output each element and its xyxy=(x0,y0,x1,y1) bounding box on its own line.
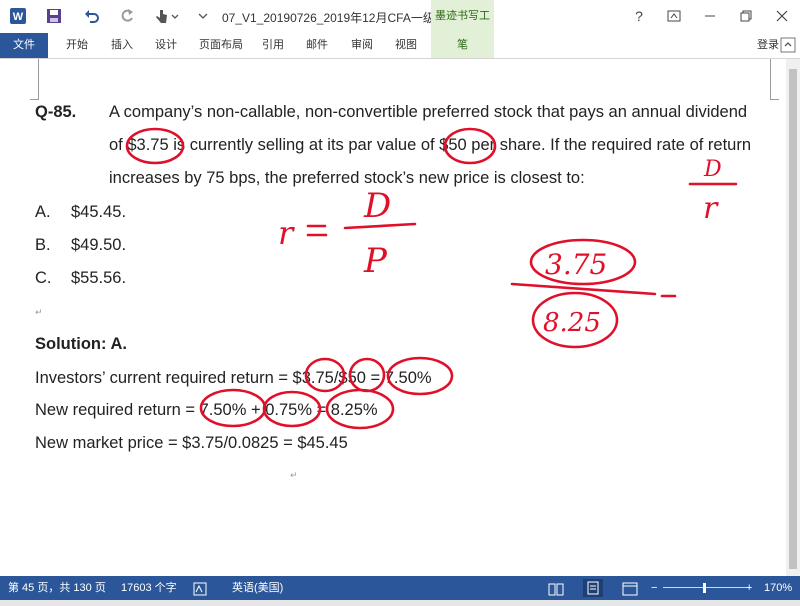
ribbon-tab-bar: 文件 开始 插入 设计 页面布局 引用 邮件 审阅 视图 笔 登录 xyxy=(0,33,800,59)
tab-mailings[interactable]: 邮件 xyxy=(306,33,328,58)
minimize-button[interactable] xyxy=(699,6,721,26)
help-button[interactable]: ? xyxy=(628,6,650,26)
title-bar: W 07_V1_20190726_2019年12月CFA一级百题... 墨迹书写… xyxy=(0,0,800,55)
redo-icon[interactable] xyxy=(117,6,137,26)
document-page[interactable]: Q-85. A company’s non-callable, non-conv… xyxy=(0,59,786,576)
sign-in-link[interactable]: 登录 xyxy=(757,33,779,58)
option-letter: C. xyxy=(35,269,52,287)
tab-pen[interactable]: 笔 xyxy=(431,33,494,58)
touch-mode-icon[interactable] xyxy=(152,6,182,26)
solution-title: Solution: A. xyxy=(35,335,127,353)
zoom-level[interactable]: 170% xyxy=(764,576,792,600)
vertical-scrollbar[interactable] xyxy=(786,59,800,576)
tab-insert[interactable]: 插入 xyxy=(111,33,133,58)
scrollbar-thumb[interactable] xyxy=(789,69,797,569)
document-area[interactable]: Q-85. A company’s non-callable, non-conv… xyxy=(0,59,800,576)
undo-icon[interactable] xyxy=(82,6,102,26)
status-bar: 第 45 页，共 130 页 17603 个字 英语(美国) − + 170% xyxy=(0,576,800,600)
zoom-out-button[interactable]: − xyxy=(651,576,657,600)
svg-text:W: W xyxy=(13,11,24,23)
paragraph-mark: ↵ xyxy=(35,307,43,317)
tab-layout[interactable]: 页面布局 xyxy=(199,33,243,58)
page-margin-mark-left xyxy=(30,59,39,100)
print-layout-icon[interactable] xyxy=(583,579,603,597)
tab-file[interactable]: 文件 xyxy=(0,33,48,58)
language-indicator[interactable]: 英语(美国) xyxy=(232,576,283,600)
question-line: of $3.75 is currently selling at its par… xyxy=(109,136,752,154)
restore-button[interactable] xyxy=(735,6,757,26)
solution-line: New market price = $3.75/0.0825 = $45.45 xyxy=(35,434,348,452)
option-letter: A. xyxy=(35,203,51,221)
tab-view[interactable]: 视图 xyxy=(395,33,417,58)
close-button[interactable] xyxy=(771,6,793,26)
zoom-slider-thumb[interactable] xyxy=(703,583,706,593)
question-number: Q-85. xyxy=(35,103,77,121)
zoom-slider-track[interactable] xyxy=(663,587,751,588)
paragraph-mark: ↵ xyxy=(290,470,298,480)
customize-toolbar-icon[interactable] xyxy=(193,6,213,26)
ribbon-display-options-icon[interactable] xyxy=(663,6,685,26)
option-text: $55.56. xyxy=(71,269,127,287)
option-text: $45.45. xyxy=(71,203,127,221)
word-app-icon[interactable]: W xyxy=(8,6,28,26)
page-count[interactable]: 第 45 页，共 130 页 xyxy=(8,576,106,600)
collapse-ribbon-icon[interactable] xyxy=(779,36,797,54)
ink-tools-group-label: 墨迹书写工具 xyxy=(431,0,494,55)
web-layout-icon[interactable] xyxy=(622,581,638,605)
read-mode-icon[interactable] xyxy=(548,581,564,605)
option-letter: B. xyxy=(35,236,51,254)
question-line: increases by 75 bps, the preferred stock… xyxy=(109,169,585,187)
option-text: $49.50. xyxy=(71,236,127,254)
solution-line: Investors’ current required return = $3.… xyxy=(35,369,432,387)
solution-line: New required return = 7.50% + 0.75% = 8.… xyxy=(35,401,378,419)
tab-review[interactable]: 审阅 xyxy=(351,33,373,58)
page-margin-mark-right xyxy=(770,59,779,100)
proofing-icon[interactable] xyxy=(193,581,207,596)
save-icon[interactable] xyxy=(44,6,64,26)
zoom-in-button[interactable]: + xyxy=(746,576,752,600)
tab-references[interactable]: 引用 xyxy=(262,33,284,58)
question-line: A company’s non-callable, non-convertibl… xyxy=(109,103,748,121)
tab-design[interactable]: 设计 xyxy=(155,33,177,58)
tab-home[interactable]: 开始 xyxy=(66,33,88,58)
word-count[interactable]: 17603 个字 xyxy=(121,576,177,600)
